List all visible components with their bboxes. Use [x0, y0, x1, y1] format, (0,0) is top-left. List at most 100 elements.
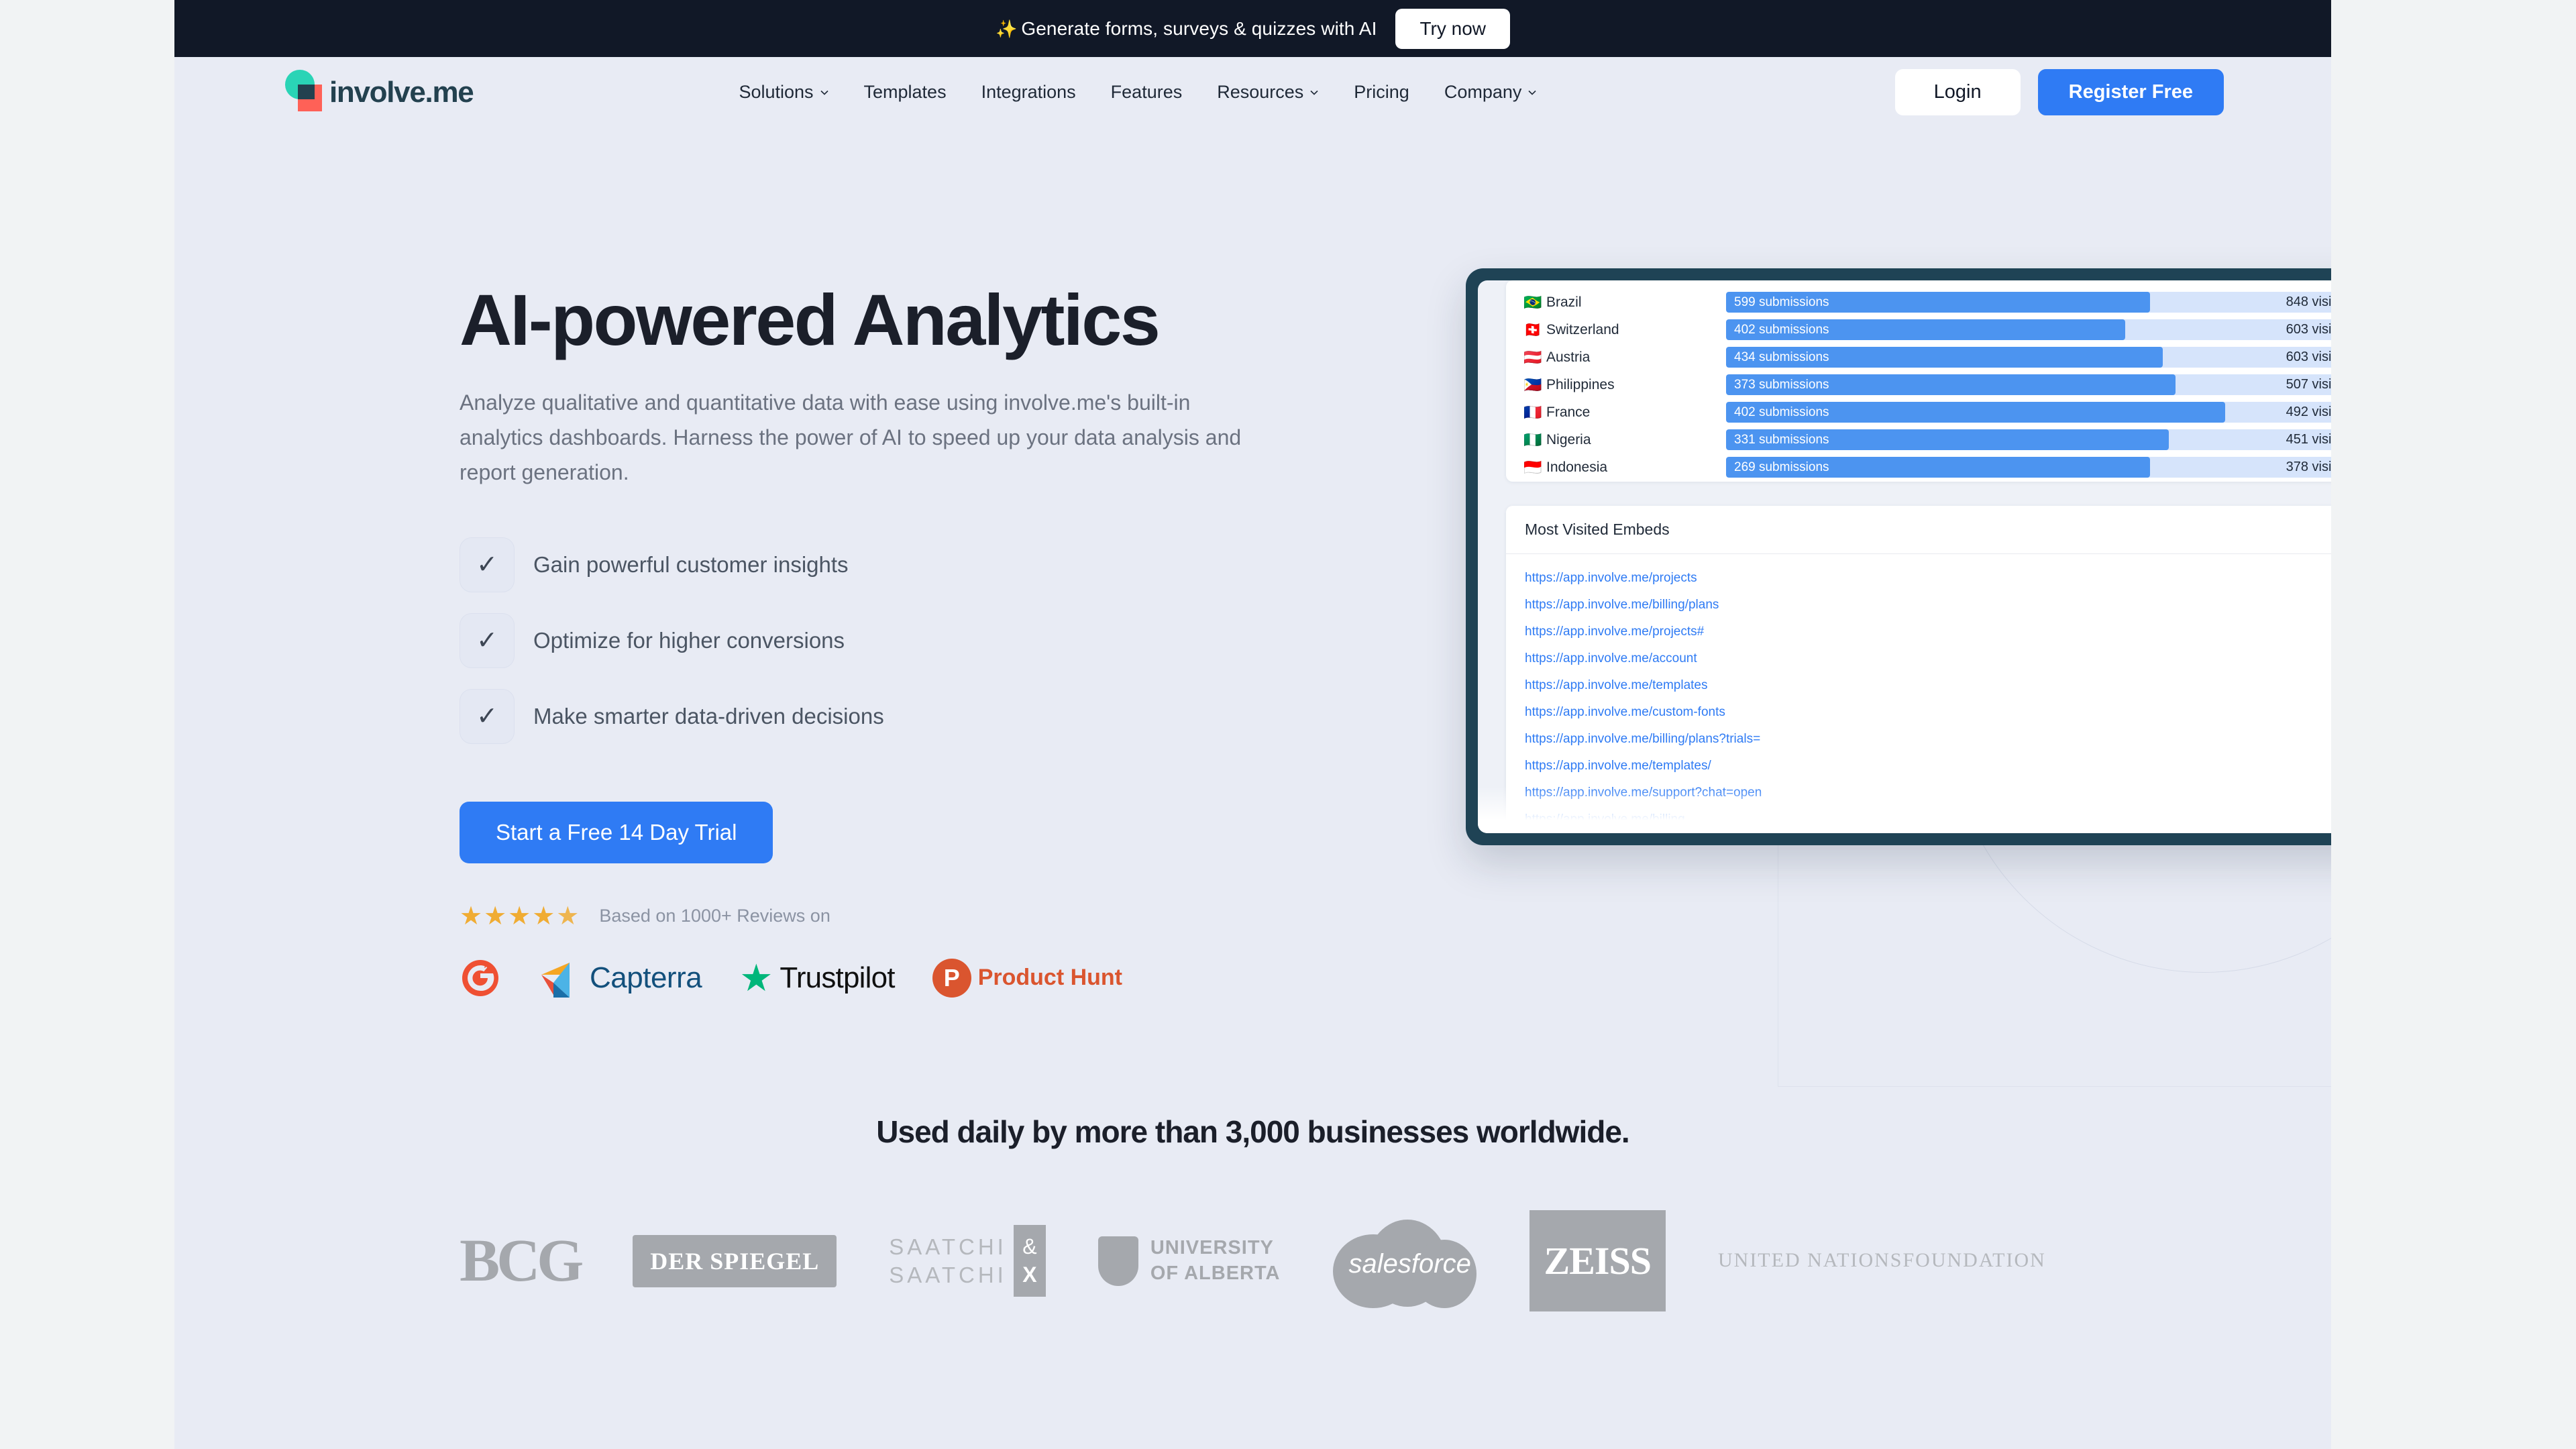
nav-label: Integrations	[981, 82, 1076, 102]
visits-label: 451 visits	[2286, 432, 2331, 447]
flag-icon: 🇨🇭	[1523, 321, 1542, 338]
shield-icon	[1097, 1236, 1138, 1286]
chevron-down-icon	[1527, 88, 1537, 97]
embeds-card-title: Most Visited Embeds	[1506, 506, 2331, 554]
client-logo-zeiss: ZEISS	[1529, 1210, 1666, 1311]
login-button[interactable]: Login	[1894, 69, 2021, 115]
embed-url[interactable]: https://app.involve.me/billing/plans?tri…	[1525, 732, 1760, 747]
list-item: https://app.involve.me/billing/plans?tri…	[1525, 726, 2331, 753]
main-navigation: involve.me Solutions Templates Integrati…	[174, 57, 2331, 127]
nav-item-integrations[interactable]: Integrations	[964, 82, 1093, 103]
nav-item-solutions[interactable]: Solutions	[721, 82, 846, 103]
visits-label: 603 visits	[2286, 322, 2331, 337]
g2-icon: 2	[462, 959, 498, 996]
submissions-label: 599 submissions	[1734, 294, 1829, 309]
feature-label: Make smarter data-driven decisions	[533, 703, 884, 729]
embed-url[interactable]: https://app.involve.me/billing/plans	[1525, 598, 1719, 612]
visits-label: 507 visits	[2286, 377, 2331, 392]
check-icon: ✓	[460, 688, 515, 744]
submissions-label: 402 submissions	[1734, 405, 1829, 419]
nav-item-features[interactable]: Features	[1093, 82, 1200, 103]
nav-item-pricing[interactable]: Pricing	[1336, 82, 1427, 103]
list-item: https://app.involve.me/custom-fonts 40 v…	[1525, 699, 2331, 726]
embed-url[interactable]: https://app.involve.me/templates	[1525, 678, 1707, 693]
flag-icon: 🇳🇬	[1523, 431, 1542, 448]
list-item: https://app.involve.me/templates 92 visi…	[1525, 672, 2331, 699]
table-row: 🇧🇷 Brazil 599 submissions 848 visits 70.…	[1523, 288, 2331, 316]
badge-producthunt[interactable]: P Product Hunt	[932, 958, 1123, 998]
client-logo-un-foundation: UNITED NATIONS FOUNDATION	[1718, 1247, 2046, 1275]
table-row: 🇳🇬 Nigeria 331 submissions 451 visits 73…	[1523, 426, 2331, 453]
submissions-label: 434 submissions	[1734, 350, 1829, 364]
feature-label: Gain powerful customer insights	[533, 551, 849, 577]
embed-url[interactable]: https://app.involve.me/account	[1525, 651, 1697, 666]
saatchi-line-2: SAATCHI	[889, 1262, 1007, 1287]
social-proof-section: Used daily by more than 3,000 businesses…	[174, 1114, 2331, 1311]
submissions-label: 331 submissions	[1734, 432, 1829, 447]
country-name: Brazil	[1546, 294, 1582, 310]
nav-label: Company	[1444, 82, 1522, 102]
client-logo-bcg: BCG	[460, 1228, 584, 1294]
review-rating: ★★★★★ Based on 1000+ Reviews on	[460, 904, 2331, 929]
most-visited-embeds-card: Most Visited Embeds https://app.involve.…	[1478, 506, 2331, 833]
logo-text: involve.me	[329, 75, 474, 109]
producthunt-icon: P	[932, 958, 971, 998]
un-line-1: UNITED NATIONS	[1717, 1249, 1903, 1272]
embed-url[interactable]: https://app.involve.me/billing	[1525, 812, 1685, 827]
badge-g2[interactable]: 2	[460, 957, 501, 999]
register-free-button[interactable]: Register Free	[2037, 69, 2224, 115]
badge-trustpilot[interactable]: ★ Trustpilot	[739, 959, 895, 997]
client-logo-saatchi: SAATCHI SAATCHI & X	[889, 1224, 1046, 1297]
embed-url[interactable]: https://app.involve.me/templates/	[1525, 759, 1711, 773]
feature-label: Optimize for higher conversions	[533, 627, 845, 653]
progress-bar: 434 submissions 603 visits	[1726, 347, 2331, 368]
check-icon: ✓	[460, 537, 515, 592]
saatchi-ampersand: &	[1022, 1234, 1037, 1258]
sparkle-icon: ✨	[995, 18, 1018, 39]
nav-item-templates[interactable]: Templates	[847, 82, 964, 103]
logo[interactable]: involve.me	[285, 69, 474, 115]
client-logo-der-spiegel: DER SPIEGEL	[633, 1234, 837, 1287]
start-free-trial-button[interactable]: Start a Free 14 Day Trial	[460, 801, 773, 863]
embed-url[interactable]: https://app.involve.me/support?chat=open	[1525, 786, 1762, 800]
capterra-label: Capterra	[590, 961, 702, 994]
review-badges: 2 Capterra ★ Trustpilot P Product Hunt	[460, 956, 2331, 1000]
nav-item-company[interactable]: Company	[1427, 82, 1555, 103]
client-logo-salesforce: salesforce	[1332, 1214, 1477, 1308]
client-logos: BCG DER SPIEGEL SAATCHI SAATCHI & X UNIV…	[174, 1210, 2331, 1311]
alberta-line-2: OF ALBERTA	[1150, 1262, 1281, 1284]
flag-icon: 🇫🇷	[1523, 403, 1542, 421]
flag-icon: 🇵🇭	[1523, 376, 1542, 393]
promo-banner: ✨ Generate forms, surveys & quizzes with …	[174, 0, 2331, 57]
nav-item-resources[interactable]: Resources	[1199, 82, 1336, 103]
table-row: 🇨🇭 Switzerland 402 submissions 603 visit…	[1523, 316, 2331, 343]
progress-bar: 402 submissions 492 visits	[1726, 402, 2331, 423]
salesforce-label: salesforce	[1348, 1248, 1471, 1279]
submissions-label: 269 submissions	[1734, 460, 1829, 474]
analytics-dashboard-mockup: 🇧🇷 Brazil 599 submissions 848 visits 70.…	[1466, 268, 2331, 845]
progress-bar: 599 submissions 848 visits	[1726, 292, 2331, 313]
embed-url[interactable]: https://app.involve.me/custom-fonts	[1525, 705, 1725, 720]
embed-url[interactable]: https://app.involve.me/projects	[1525, 571, 1697, 586]
page-root: ✨ Generate forms, surveys & quizzes with …	[174, 0, 2331, 1449]
flag-icon: 🇮🇩	[1523, 458, 1542, 476]
try-now-button[interactable]: Try now	[1395, 8, 1510, 49]
trustpilot-label: Trustpilot	[780, 961, 895, 994]
embed-url[interactable]: https://app.involve.me/projects#	[1525, 625, 1704, 639]
country-name: Austria	[1546, 349, 1591, 365]
table-row: 🇫🇷 France 402 submissions 492 visits 81.…	[1523, 398, 2331, 426]
saatchi-x: X	[1022, 1262, 1037, 1287]
table-row: 🇦🇹 Austria 434 submissions 603 visits 72…	[1523, 343, 2331, 371]
list-item: https://app.involve.me/projects# 144 vis…	[1525, 619, 2331, 645]
nav-label: Solutions	[739, 82, 814, 102]
list-item: https://app.involve.me/templates/ 23 vis…	[1525, 753, 2331, 780]
visits-label: 492 visits	[2286, 405, 2331, 419]
badge-capterra[interactable]: Capterra	[539, 956, 702, 1000]
svg-text:2: 2	[484, 963, 490, 976]
chevron-down-icon	[820, 88, 829, 97]
progress-bar: 373 submissions 507 visits	[1726, 374, 2331, 395]
table-row: 🇮🇩 Indonesia 269 submissions 378 visits …	[1523, 453, 2331, 481]
check-icon: ✓	[460, 612, 515, 668]
producthunt-label: Product Hunt	[977, 965, 1123, 991]
list-item: https://app.involve.me/projects 30,490 v…	[1525, 565, 2331, 592]
